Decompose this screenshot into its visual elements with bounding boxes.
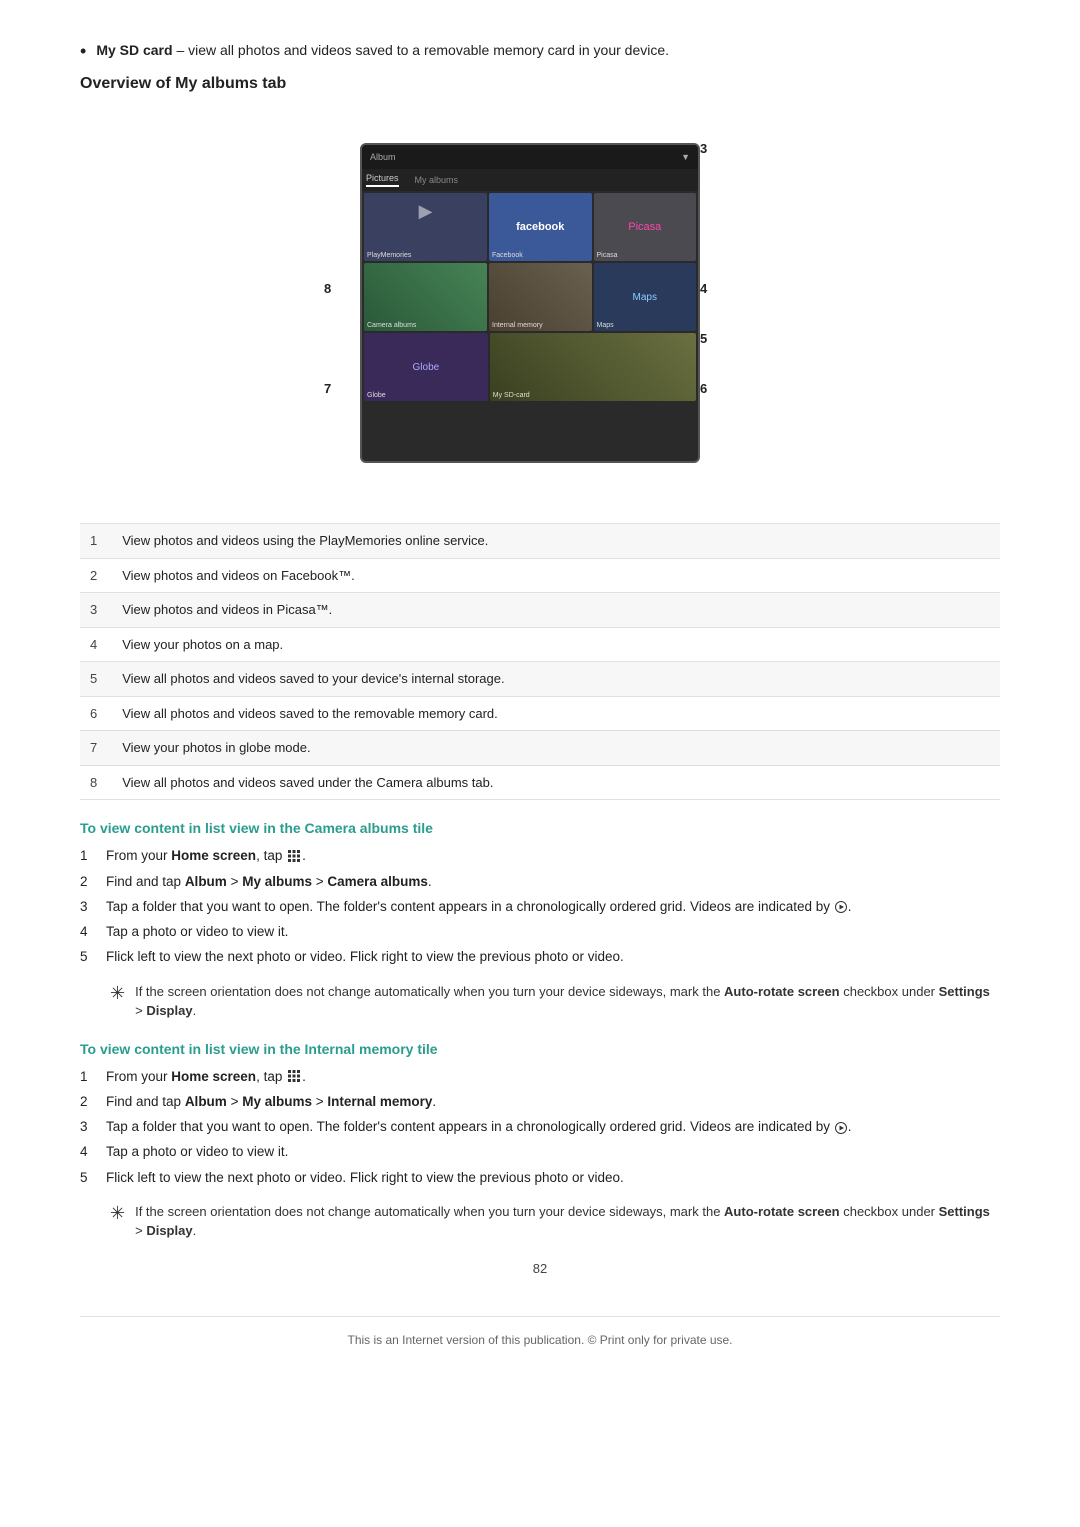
play-icon-internal <box>835 1122 847 1134</box>
table-row-text: View photos and videos on Facebook™. <box>112 558 1000 593</box>
camera-step-3: 3 Tap a folder that you want to open. Th… <box>80 897 1000 917</box>
play-icon-camera <box>835 901 847 913</box>
bullet-dot: • <box>80 40 86 63</box>
camera-section-title: To view content in list view in the Came… <box>80 820 1000 836</box>
callout-6: 6 <box>700 381 707 396</box>
table-row-num: 7 <box>80 731 112 766</box>
table-row-text: View all photos and videos saved to your… <box>112 662 1000 697</box>
table-row: 4 View your photos on a map. <box>80 627 1000 662</box>
internal-tip-box: ✳ If the screen orientation does not cha… <box>110 1202 1000 1241</box>
table-row-text: View photos and videos using the PlayMem… <box>112 524 1000 559</box>
table-row: 8 View all photos and videos saved under… <box>80 765 1000 800</box>
internal-section-title: To view content in list view in the Inte… <box>80 1041 1000 1057</box>
table-row: 3 View photos and videos in Picasa™. <box>80 593 1000 628</box>
section-title: Overview of My albums tab <box>80 75 1000 93</box>
table-row-num: 6 <box>80 696 112 731</box>
table-row-text: View all photos and videos saved under t… <box>112 765 1000 800</box>
internal-step-3: 3 Tap a folder that you want to open. Th… <box>80 1117 1000 1137</box>
app-drawer-icon-2 <box>287 1069 301 1083</box>
table-row-num: 5 <box>80 662 112 697</box>
table-row: 2 View photos and videos on Facebook™. <box>80 558 1000 593</box>
internal-step-4: 4 Tap a photo or video to view it. <box>80 1142 1000 1162</box>
table-row: 1 View photos and videos using the PlayM… <box>80 524 1000 559</box>
sd-card-term: My SD card <box>96 42 172 58</box>
table-row-text: View your photos on a map. <box>112 627 1000 662</box>
table-row: 7 View your photos in globe mode. <box>80 731 1000 766</box>
table-row: 5 View all photos and videos saved to yo… <box>80 662 1000 697</box>
internal-step-1: 1 From your Home screen, tap . <box>80 1067 1000 1087</box>
table-row: 6 View all photos and videos saved to th… <box>80 696 1000 731</box>
overview-table: 1 View photos and videos using the PlayM… <box>80 523 1000 800</box>
camera-steps-list: 1 From your Home screen, tap . 2 Find an… <box>80 846 1000 967</box>
table-row-num: 8 <box>80 765 112 800</box>
camera-step-1: 1 From your Home screen, tap . <box>80 846 1000 866</box>
table-row-text: View your photos in globe mode. <box>112 731 1000 766</box>
footer-note: This is an Internet version of this publ… <box>80 1316 1000 1347</box>
tip-icon-camera: ✳ <box>110 980 125 1021</box>
callout-5: 5 <box>700 331 707 346</box>
table-row-text: View photos and videos in Picasa™. <box>112 593 1000 628</box>
diagram-container: 1 2 3 4 5 6 7 8 Album ▼ Pictures My albu… <box>80 113 1000 493</box>
camera-tip-text: If the screen orientation does not chang… <box>135 982 1000 1021</box>
sd-card-text: My SD card – view all photos and videos … <box>96 40 669 63</box>
internal-step-2: 2 Find and tap Album > My albums > Inter… <box>80 1092 1000 1112</box>
table-row-num: 2 <box>80 558 112 593</box>
callout-8: 8 <box>324 281 331 296</box>
camera-step-4: 4 Tap a photo or video to view it. <box>80 922 1000 942</box>
internal-step-5: 5 Flick left to view the next photo or v… <box>80 1168 1000 1188</box>
table-row-num: 3 <box>80 593 112 628</box>
sd-card-bullet: • My SD card – view all photos and video… <box>80 40 1000 63</box>
camera-step-2: 2 Find and tap Album > My albums > Camer… <box>80 872 1000 892</box>
phone-screen: Album ▼ Pictures My albums PlayMemories … <box>360 143 700 463</box>
tip-icon-internal: ✳ <box>110 1200 125 1241</box>
callout-3: 3 <box>700 141 707 156</box>
page-number: 82 <box>80 1261 1000 1276</box>
callout-4: 4 <box>700 281 707 296</box>
camera-tip-box: ✳ If the screen orientation does not cha… <box>110 982 1000 1021</box>
table-row-num: 4 <box>80 627 112 662</box>
diagram-wrapper: 1 2 3 4 5 6 7 8 Album ▼ Pictures My albu… <box>300 113 780 493</box>
internal-steps-list: 1 From your Home screen, tap . 2 Find an… <box>80 1067 1000 1188</box>
table-row-num: 1 <box>80 524 112 559</box>
table-row-text: View all photos and videos saved to the … <box>112 696 1000 731</box>
camera-step-5: 5 Flick left to view the next photo or v… <box>80 947 1000 967</box>
app-drawer-icon <box>287 849 301 863</box>
callout-7: 7 <box>324 381 331 396</box>
internal-tip-text: If the screen orientation does not chang… <box>135 1202 1000 1241</box>
